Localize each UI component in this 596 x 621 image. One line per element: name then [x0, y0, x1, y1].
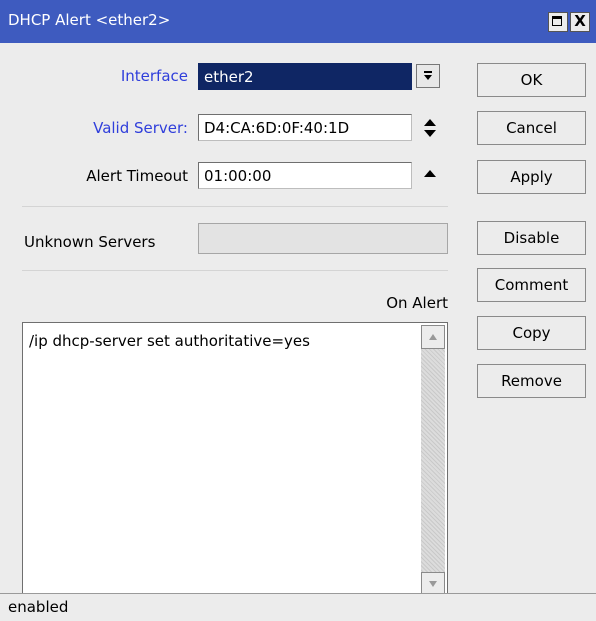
- scroll-up-icon[interactable]: [421, 325, 445, 349]
- close-icon[interactable]: X: [570, 12, 590, 32]
- on-alert-textarea[interactable]: /ip dhcp-server set authoritative=yes: [22, 322, 448, 599]
- separator: [22, 270, 448, 271]
- title-bar[interactable]: DHCP Alert <ether2> X: [0, 0, 596, 43]
- interface-select[interactable]: ether2: [198, 63, 412, 90]
- alert-timeout-input[interactable]: 01:00:00: [198, 162, 412, 189]
- dhcp-alert-window: DHCP Alert <ether2> X Interface ether2 V…: [0, 0, 596, 621]
- vertical-scrollbar[interactable]: [421, 325, 445, 596]
- apply-button[interactable]: Apply: [477, 160, 586, 194]
- status-bar: enabled: [0, 593, 596, 621]
- up-arrow-icon[interactable]: [418, 160, 442, 187]
- on-alert-script: /ip dhcp-server set authoritative=yes: [29, 332, 310, 350]
- disable-button[interactable]: Disable: [477, 221, 586, 255]
- maximize-icon[interactable]: [548, 12, 568, 32]
- cancel-button[interactable]: Cancel: [477, 111, 586, 145]
- valid-server-label: Valid Server:: [93, 119, 188, 137]
- interface-label: Interface: [120, 67, 188, 85]
- comment-button[interactable]: Comment: [477, 268, 586, 302]
- dropdown-arrow-icon[interactable]: [416, 64, 440, 88]
- alert-timeout-label: Alert Timeout: [86, 167, 188, 185]
- copy-button[interactable]: Copy: [477, 316, 586, 350]
- window-title: DHCP Alert <ether2>: [8, 11, 171, 29]
- ok-button[interactable]: OK: [477, 63, 586, 97]
- up-down-arrows-icon[interactable]: [418, 114, 442, 141]
- unknown-servers-field: [198, 223, 448, 254]
- unknown-servers-label: Unknown Servers: [24, 233, 156, 251]
- separator: [22, 206, 448, 207]
- on-alert-label: On Alert: [386, 294, 448, 312]
- status-text: enabled: [8, 598, 69, 616]
- remove-button[interactable]: Remove: [477, 364, 586, 398]
- valid-server-input[interactable]: D4:CA:6D:0F:40:1D: [198, 114, 412, 141]
